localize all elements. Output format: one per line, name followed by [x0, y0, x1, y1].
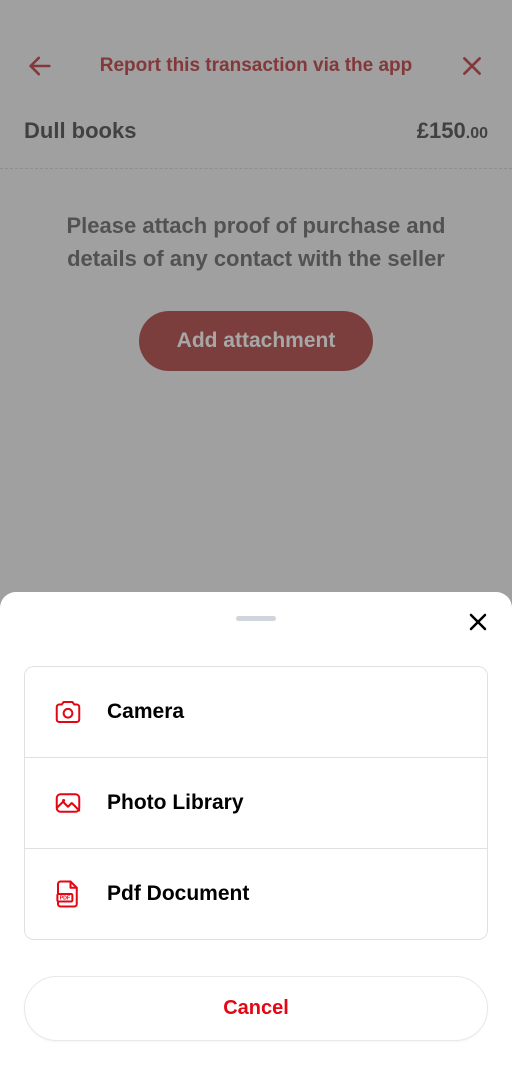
option-label: Camera	[107, 700, 184, 724]
option-label: Photo Library	[107, 791, 244, 815]
option-pdf-document[interactable]: PDF Pdf Document	[25, 849, 487, 939]
camera-icon	[53, 697, 83, 727]
option-camera[interactable]: Camera	[25, 667, 487, 758]
attachment-sheet: Camera Photo Library PDF P	[0, 592, 512, 1071]
sheet-header	[0, 592, 512, 642]
options-list: Camera Photo Library PDF P	[24, 666, 488, 940]
cancel-button[interactable]: Cancel	[24, 976, 488, 1041]
option-photo-library[interactable]: Photo Library	[25, 758, 487, 849]
option-label: Pdf Document	[107, 882, 249, 906]
svg-text:PDF: PDF	[60, 896, 71, 902]
drag-handle-icon[interactable]	[236, 616, 276, 621]
sheet-close-icon[interactable]	[462, 606, 494, 638]
pdf-icon: PDF	[53, 879, 83, 909]
photo-icon	[53, 788, 83, 818]
